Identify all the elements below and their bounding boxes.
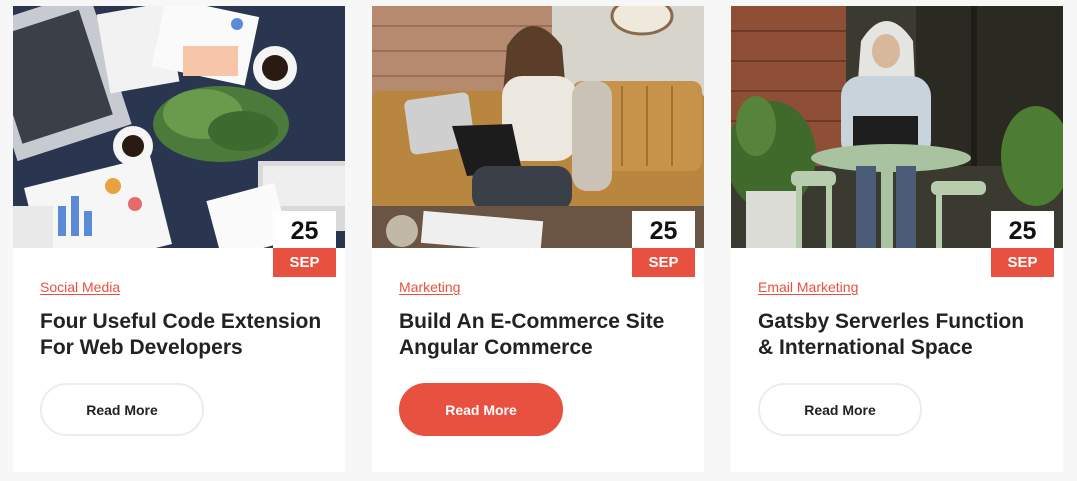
- date-badge: 25 SEP: [991, 211, 1054, 277]
- date-month: SEP: [273, 248, 336, 277]
- date-day: 25: [273, 211, 336, 248]
- post-title[interactable]: Build An E-Commerce Site Angular Commerc…: [399, 309, 694, 361]
- date-badge: 25 SEP: [632, 211, 695, 277]
- blog-card: 25 SEP Email Marketing Gatsby Serverles …: [731, 6, 1063, 472]
- post-title-line: Build An E-Commerce Site: [399, 310, 665, 333]
- post-title-line: Four Useful Code Extension: [40, 310, 322, 333]
- date-month: SEP: [632, 248, 695, 277]
- post-title-line: Angular Commerce: [399, 336, 593, 359]
- read-more-button[interactable]: Read More: [758, 383, 922, 436]
- category-link[interactable]: Email Marketing: [758, 279, 858, 295]
- post-title-line: For Web Developers: [40, 336, 243, 359]
- date-month: SEP: [991, 248, 1054, 277]
- category-link[interactable]: Marketing: [399, 279, 460, 295]
- category-link[interactable]: Social Media: [40, 279, 120, 295]
- blog-card-grid: 25 SEP Social Media Four Useful Code Ext…: [0, 0, 1077, 481]
- post-title[interactable]: Gatsby Serverles Function & Internationa…: [758, 309, 1053, 361]
- blog-card: 25 SEP Social Media Four Useful Code Ext…: [13, 6, 345, 472]
- read-more-button[interactable]: Read More: [399, 383, 563, 436]
- post-title-line: & International Space: [758, 336, 973, 359]
- blog-card: 25 SEP Marketing Build An E-Commerce Sit…: [372, 6, 704, 472]
- post-title-line: Gatsby Serverles Function: [758, 310, 1025, 333]
- read-more-button[interactable]: Read More: [40, 383, 204, 436]
- post-title[interactable]: Four Useful Code Extension For Web Devel…: [40, 309, 335, 361]
- date-day: 25: [632, 211, 695, 248]
- date-day: 25: [991, 211, 1054, 248]
- date-badge: 25 SEP: [273, 211, 336, 277]
